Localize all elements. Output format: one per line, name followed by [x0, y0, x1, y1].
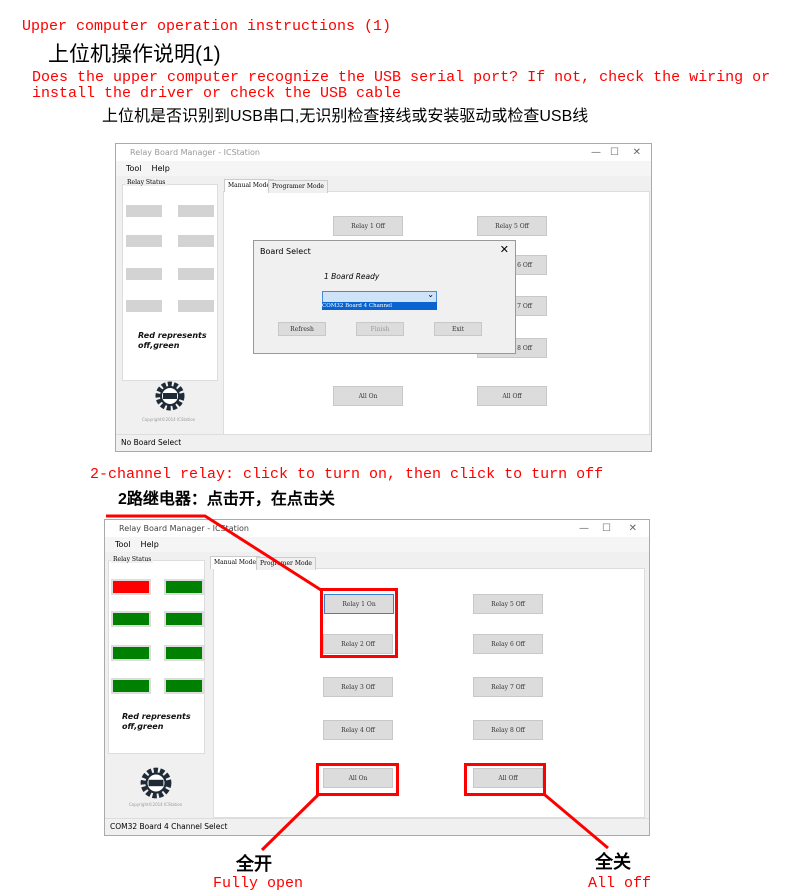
pointer-line-all-off — [544, 793, 609, 850]
all-off-label-en: All off — [588, 875, 652, 892]
annotation-lines — [106, 514, 609, 852]
pointer-line-all-on — [260, 793, 320, 852]
all-on-label-en: Fully open — [213, 875, 304, 892]
all-off-label-cn: 全关 — [595, 852, 631, 872]
pointer-line-relay — [106, 514, 322, 592]
all-on-label-cn: 全开 — [236, 854, 272, 874]
